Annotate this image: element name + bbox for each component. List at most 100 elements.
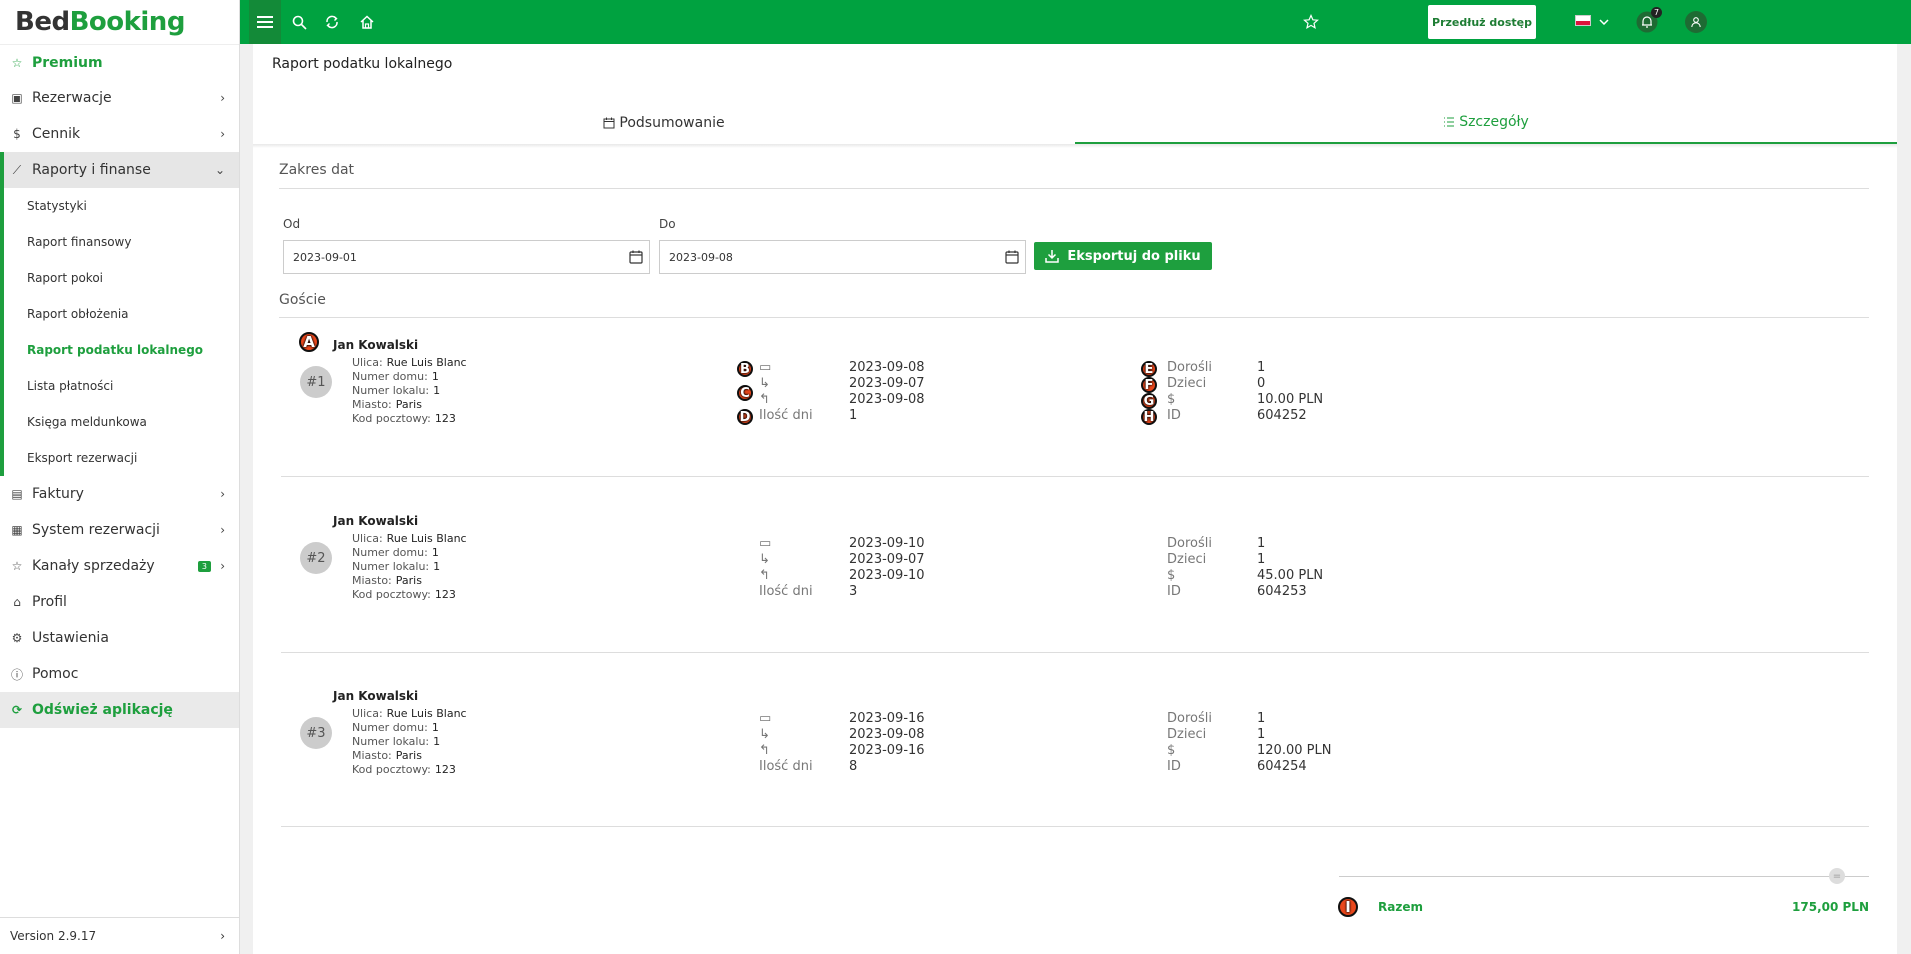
report-tabs: Podsumowanie Szczegóły — [253, 102, 1897, 144]
user-icon — [1691, 17, 1701, 28]
from-date-input[interactable]: 2023-09-01 — [283, 240, 650, 274]
check-in-arrow-icon: ↳ — [759, 727, 770, 742]
home-icon — [360, 15, 374, 29]
annotation-marker: I — [1338, 897, 1358, 917]
sidebar-subitem-registration-book[interactable]: Księga meldunkowa — [4, 404, 239, 440]
sidebar-item-help[interactable]: ⓘ Pomoc — [0, 656, 239, 692]
stay-details: ▭ 2023-09-16 ↳ 2023-09-08 ↰ 2023-09-16 Iloś… — [759, 711, 925, 774]
check-out-arrow-icon: ↰ — [759, 743, 770, 758]
chevron-right-icon: › — [220, 487, 225, 501]
sidebar-subitem-financial-report[interactable]: Raport finansowy — [4, 224, 239, 260]
guest-number-badge: #2 — [300, 542, 332, 574]
drag-handle-icon[interactable]: = — [1829, 868, 1845, 884]
sidebar-subitem-occupancy-report[interactable]: Raport obłożenia — [4, 296, 239, 332]
sidebar-item-booking-system[interactable]: ▦ System rezerwacji › — [0, 512, 239, 548]
check-in-arrow-icon: ↳ — [759, 376, 770, 391]
dollar-icon: $ — [13, 127, 21, 141]
polish-flag-icon[interactable] — [1575, 15, 1591, 26]
sync-button[interactable] — [317, 0, 347, 44]
sidebar-subitem-local-tax-report[interactable]: Raport podatku lokalnego — [4, 332, 239, 368]
main-content: Raport podatku lokalnego Podsumowanie Sz… — [253, 44, 1897, 954]
favorites-button[interactable] — [1296, 0, 1326, 44]
brand-logo[interactable]: BedBooking — [0, 0, 239, 44]
hamburger-icon — [257, 16, 273, 28]
guest-card: Jan Kowalski #1 Ulica: Rue Luis Blanc Num… — [253, 338, 1897, 508]
chevron-right-icon: › — [220, 559, 225, 573]
chart-icon: ⟋ — [12, 162, 22, 177]
sidebar-subitem-statistics[interactable]: Statystyki — [4, 188, 239, 224]
guest-name: Jan Kowalski — [333, 338, 419, 352]
star-icon: ☆ — [11, 55, 23, 70]
sidebar-item-pricing[interactable]: $ Cennik › — [0, 116, 239, 152]
sidebar-item-sales-channels[interactable]: ☆ Kanały sprzedaży 3 › — [0, 548, 239, 584]
chevron-down-icon — [1599, 19, 1609, 25]
sidebar-item-premium[interactable]: ☆ Premium — [0, 44, 239, 80]
building-icon: ⌂ — [13, 595, 21, 609]
annotation-marker: B — [737, 361, 753, 377]
calendar-icon[interactable] — [629, 250, 643, 264]
chevron-right-icon: › — [220, 929, 225, 943]
total-label: Razem — [1378, 900, 1423, 914]
guest-divider — [281, 476, 1869, 477]
sidebar-item-reservations[interactable]: ▣ Rezerwacje › — [0, 80, 239, 116]
sidebar-item-profile[interactable]: ⌂ Profil — [0, 584, 239, 620]
version-footer[interactable]: Version 2.9.17 › — [0, 917, 239, 954]
total-divider — [1339, 876, 1869, 877]
annotation-marker: E — [1141, 361, 1157, 377]
chevron-right-icon: › — [220, 91, 225, 105]
info-icon: ⓘ — [10, 667, 23, 682]
check-in-arrow-icon: ↳ — [759, 552, 770, 567]
guest-name: Jan Kowalski — [333, 689, 419, 703]
guest-number-badge: #3 — [300, 717, 332, 749]
annotation-marker: G — [1141, 393, 1157, 409]
export-to-file-button[interactable]: Eksportuj do pliku — [1034, 242, 1212, 270]
star-icon — [1303, 14, 1319, 30]
annotation-marker: F — [1141, 377, 1157, 393]
guest-address: Ulica: Rue Luis Blanc Numer domu: 1 Numer … — [352, 356, 467, 425]
sidebar-item-refresh-app[interactable]: ⟳ Odśwież aplikację — [0, 692, 239, 728]
top-bar: Przedłuż dostęp 7 — [240, 0, 1911, 44]
sidebar-item-invoices[interactable]: ▤ Faktury › — [0, 476, 239, 512]
guest-number-badge: #1 — [300, 366, 332, 398]
home-button[interactable] — [352, 0, 382, 44]
refresh-icon: ⟳ — [11, 703, 23, 717]
guest-address: Ulica: Rue Luis Blanc Numer domu: 1 Numer … — [352, 707, 467, 776]
stay-details: ▭ 2023-09-10 ↳ 2023-09-07 ↰ 2023-09-10 Iloś… — [759, 536, 925, 599]
calendar-icon — [603, 117, 615, 129]
sidebar-subitem-reservations-export[interactable]: Eksport rezerwacji — [4, 440, 239, 476]
chevron-right-icon: › — [220, 127, 225, 141]
menu-toggle-button[interactable] — [249, 0, 281, 44]
extend-access-button[interactable]: Przedłuż dostęp — [1428, 5, 1536, 39]
annotation-marker: C — [737, 385, 753, 401]
divider — [279, 188, 1869, 189]
check-out-arrow-icon: ↰ — [759, 392, 770, 407]
gear-icon: ⚙ — [11, 631, 23, 645]
total-value: 175,00 PLN — [1792, 900, 1869, 914]
guest-address: Ulica: Rue Luis Blanc Numer domu: 1 Numer … — [352, 532, 467, 601]
sync-icon — [326, 15, 338, 29]
page-title: Raport podatku lokalnego — [272, 56, 453, 72]
date-range-title: Zakres dat — [279, 162, 355, 178]
guest-name: Jan Kowalski — [333, 514, 419, 528]
calendar-icon: ▣ — [11, 91, 23, 105]
sidebar-subitem-payments-list[interactable]: Lista płatności — [4, 368, 239, 404]
download-icon — [1045, 250, 1060, 263]
reports-submenu: Statystyki Raport finansowy Raport pokoi… — [0, 188, 239, 476]
search-icon — [292, 15, 307, 30]
sidebar-item-settings[interactable]: ⚙ Ustawienia — [0, 620, 239, 656]
to-date-input[interactable]: 2023-09-08 — [659, 240, 1026, 274]
guest-card: Jan Kowalski #2 Ulica: Rue Luis Blanc Num… — [253, 514, 1897, 684]
star-icon: ☆ — [11, 559, 23, 573]
sidebar-item-reports[interactable]: ⟋ Raporty i finanse ⌄ — [0, 152, 239, 188]
tab-summary[interactable]: Podsumowanie — [253, 102, 1075, 144]
language-dropdown[interactable] — [1596, 0, 1612, 44]
search-button[interactable] — [284, 0, 314, 44]
tab-details[interactable]: Szczegóły — [1075, 102, 1897, 144]
chevron-right-icon: › — [220, 523, 225, 537]
guest-divider — [281, 652, 1869, 653]
sidebar-subitem-rooms-report[interactable]: Raport pokoi — [4, 260, 239, 296]
user-avatar-button[interactable] — [1685, 11, 1707, 33]
calendar-icon[interactable] — [1005, 250, 1019, 264]
check-out-arrow-icon: ↰ — [759, 568, 770, 583]
guest-divider — [281, 826, 1869, 827]
